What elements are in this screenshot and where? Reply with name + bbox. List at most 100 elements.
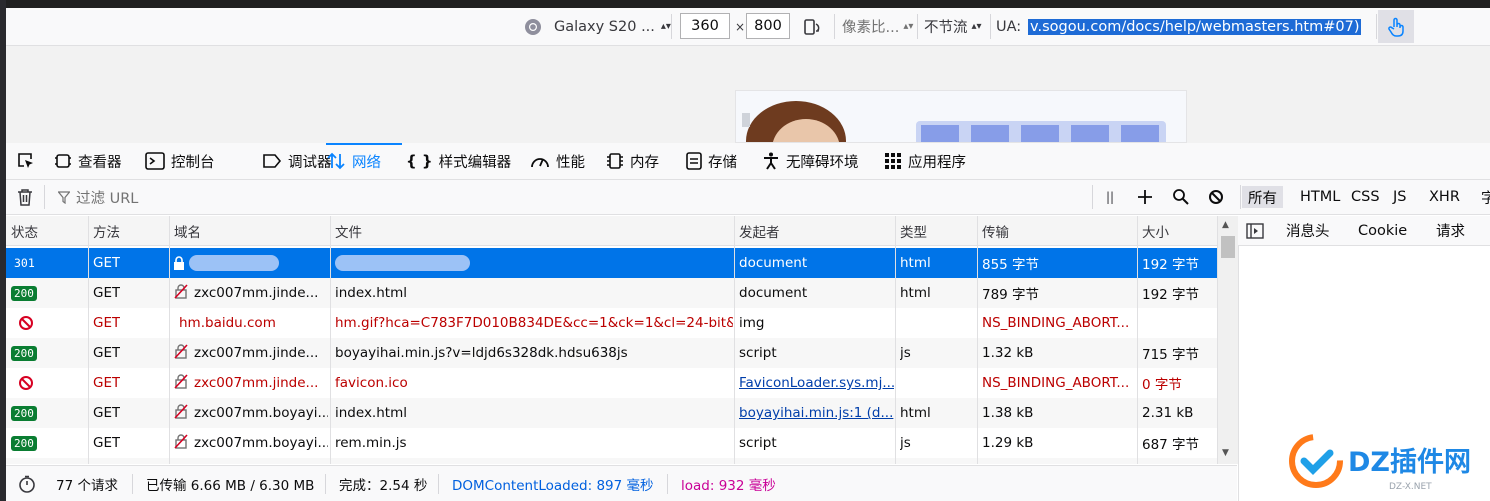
performance-analysis-button[interactable] <box>18 466 36 501</box>
column-header[interactable]: 方法 <box>93 216 120 246</box>
table-row[interactable]: GET zxc007mm.jinde... favicon.ico FaviconLo… <box>6 368 1217 398</box>
file-cell: boyayihai.min.js?v=ldjd6s328dk.hdsu638js <box>335 338 733 368</box>
scrollbar-thumb[interactable] <box>1221 236 1235 258</box>
tab-accessibility[interactable]: 无障碍环境 <box>762 143 859 179</box>
search-button[interactable] <box>1172 180 1190 214</box>
tab-label: 内存 <box>630 154 659 171</box>
initiator-text: img <box>739 315 765 331</box>
tab-storage[interactable]: 存储 <box>686 143 737 179</box>
add-filter-button[interactable] <box>1137 180 1153 214</box>
method-cell: GET <box>93 285 121 301</box>
tab-label: 调试器 <box>288 154 332 171</box>
tab-performance[interactable]: 性能 <box>530 143 585 179</box>
transfer-cell: NS_BINDING_ABORT... <box>982 375 1130 391</box>
initiator-link[interactable]: FaviconLoader.sys.mj... <box>739 375 894 391</box>
column-divider[interactable] <box>1137 216 1138 464</box>
toggle-sidebar-button[interactable] <box>1246 216 1264 245</box>
type-filter-2[interactable]: CSS <box>1351 180 1380 214</box>
width-input[interactable]: 360 <box>680 13 730 39</box>
table-row[interactable]: 200 GET zxc007mm.jinde... index.html documen… <box>6 278 1217 308</box>
type-filter-5[interactable]: 字 <box>1481 180 1490 214</box>
rotate-icon <box>804 18 820 35</box>
tab-style-editor[interactable]: { } 样式编辑器 <box>406 143 511 179</box>
status-cell: 200 <box>11 428 37 458</box>
type-filter-4[interactable]: XHR <box>1429 180 1460 214</box>
filter-placeholder: 过滤 URL <box>76 190 139 207</box>
table-row[interactable]: 200 GET zxc007mm.jinde... boyayihai.min.js?… <box>6 338 1217 368</box>
details-tab-0[interactable]: 消息头 <box>1286 216 1330 245</box>
type-cell: js <box>900 435 911 451</box>
redacted-file <box>335 255 470 271</box>
size-cell: 687 字节 <box>1142 437 1200 453</box>
pause-button[interactable]: || <box>1106 180 1114 214</box>
type-filter-3[interactable]: JS <box>1393 180 1406 214</box>
table-row-partial[interactable] <box>6 458 1217 464</box>
scroll-up-icon[interactable]: ▲ <box>1222 220 1229 230</box>
insecure-lock-icon <box>173 283 189 303</box>
column-divider[interactable] <box>977 216 978 464</box>
throttle-select[interactable]: 不节流 ▴▾ <box>924 8 982 45</box>
initiator-link[interactable]: boyayihai.min.js:1 (d... <box>739 405 893 421</box>
column-divider[interactable] <box>88 216 89 464</box>
initiator-cell[interactable]: boyayihai.min.js:1 (d... <box>739 398 894 428</box>
initiator-cell: document <box>739 248 894 278</box>
rotate-button[interactable] <box>802 8 822 45</box>
column-header[interactable]: 发起者 <box>739 216 780 246</box>
column-divider[interactable] <box>169 216 170 464</box>
details-tab-1[interactable]: Cookie <box>1358 216 1407 245</box>
column-header[interactable]: 状态 <box>11 216 38 246</box>
block-requests-button[interactable] <box>1208 180 1224 214</box>
pixel-ratio-dropdown-icon: ▴▾ <box>903 21 914 32</box>
logo-picture: DZ插件网 DZ-X.NET <box>1289 434 1471 492</box>
insecure-lock-icon <box>173 373 189 393</box>
column-divider[interactable] <box>330 216 331 464</box>
tab-console[interactable]: 控制台 <box>145 143 215 179</box>
filter-url-input[interactable]: 过滤 URL <box>58 180 138 214</box>
chrome-icon <box>525 18 541 35</box>
height-input[interactable]: 800 <box>746 13 790 39</box>
divider <box>44 185 45 209</box>
pixel-ratio-select[interactable]: 像素比... ▴▾ <box>842 8 913 45</box>
tab-label: 应用程序 <box>908 154 966 171</box>
ua-input[interactable]: v.sogou.com/docs/help/webmasters.htm#07) <box>1028 8 1368 45</box>
performance-icon <box>530 152 550 170</box>
element-picker-button[interactable] <box>16 143 36 179</box>
device-selector[interactable]: Galaxy S20 ... ▴▾ <box>524 8 671 45</box>
tab-network[interactable]: 网络 <box>326 143 381 179</box>
column-divider[interactable] <box>734 216 735 464</box>
clear-button[interactable] <box>16 180 34 214</box>
tab-debugger[interactable]: 调试器 <box>262 143 332 179</box>
type-filter-0[interactable]: 所有 <box>1242 186 1283 208</box>
ua-value: v.sogou.com/docs/help/webmasters.htm#07) <box>1028 18 1362 35</box>
domain-text: zxc007mm.jinde... <box>194 285 319 301</box>
initiator-cell[interactable]: FaviconLoader.sys.mj... <box>739 368 894 398</box>
column-header[interactable]: 文件 <box>335 216 362 246</box>
details-tabs: 消息头 Cookie 请求 <box>1238 216 1490 246</box>
column-header[interactable]: 大小 <box>1142 216 1169 246</box>
initiator-text: document <box>739 255 808 271</box>
column-header[interactable]: 域名 <box>174 216 201 246</box>
type-filter-1[interactable]: HTML <box>1300 180 1340 214</box>
table-row[interactable]: 301 GET document html 855 字节 192 字节 <box>6 248 1217 278</box>
initiator-cell: script <box>739 428 894 458</box>
tab-application[interactable]: 应用程序 <box>884 143 966 179</box>
method-cell: GET <box>93 315 121 331</box>
domain-text: zxc007mm.jinde... <box>194 345 319 361</box>
tab-inspector[interactable]: 查看器 <box>54 143 122 179</box>
column-header[interactable]: 类型 <box>900 216 927 246</box>
details-tab-2[interactable]: 请求 <box>1436 216 1465 245</box>
console-icon <box>145 152 165 170</box>
column-divider[interactable] <box>895 216 896 464</box>
pixel-ratio-label: 像素比... <box>842 20 900 36</box>
table-row[interactable]: 200 GET zxc007mm.boyayi... index.html boyayi… <box>6 398 1217 428</box>
request-list-scrollbar[interactable]: ▲ ▼ <box>1217 216 1238 464</box>
method-cell: GET <box>93 255 121 271</box>
size-cell: 192 字节 <box>1142 257 1200 273</box>
scroll-down-icon[interactable]: ▼ <box>1222 448 1229 458</box>
tab-memory[interactable]: 内存 <box>606 143 659 179</box>
accessibility-icon <box>762 152 780 170</box>
table-row[interactable]: 200 GET zxc007mm.boyayi... rem.min.js script… <box>6 428 1217 458</box>
column-header[interactable]: 传输 <box>982 216 1009 246</box>
touch-simulation-button[interactable] <box>1378 10 1414 43</box>
table-row[interactable]: GET hm.baidu.com hm.gif?hca=C783F7D010B834… <box>6 308 1217 338</box>
